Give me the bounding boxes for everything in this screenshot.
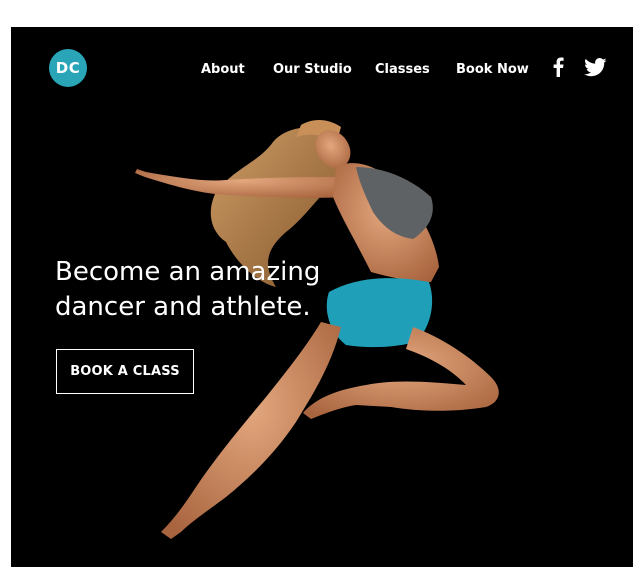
nav-our-studio-link[interactable]: Our Studio xyxy=(273,62,352,80)
facebook-icon[interactable] xyxy=(551,57,565,77)
nav-about-link[interactable]: About xyxy=(201,62,245,80)
book-a-class-button[interactable]: BOOK A CLASS xyxy=(56,349,194,394)
hero-headline: Become an amazing dancer and athlete. xyxy=(55,255,355,325)
twitter-icon[interactable] xyxy=(584,58,607,77)
headline-line-2: dancer and athlete. xyxy=(55,292,311,322)
hero-section: DC About Our Studio Classes Book Now Bec… xyxy=(11,27,633,567)
nav-classes-link[interactable]: Classes xyxy=(375,62,430,80)
nav-book-now-link[interactable]: Book Now xyxy=(456,62,529,80)
headline-line-1: Become an amazing xyxy=(55,257,321,287)
logo-badge[interactable]: DC xyxy=(49,49,87,87)
